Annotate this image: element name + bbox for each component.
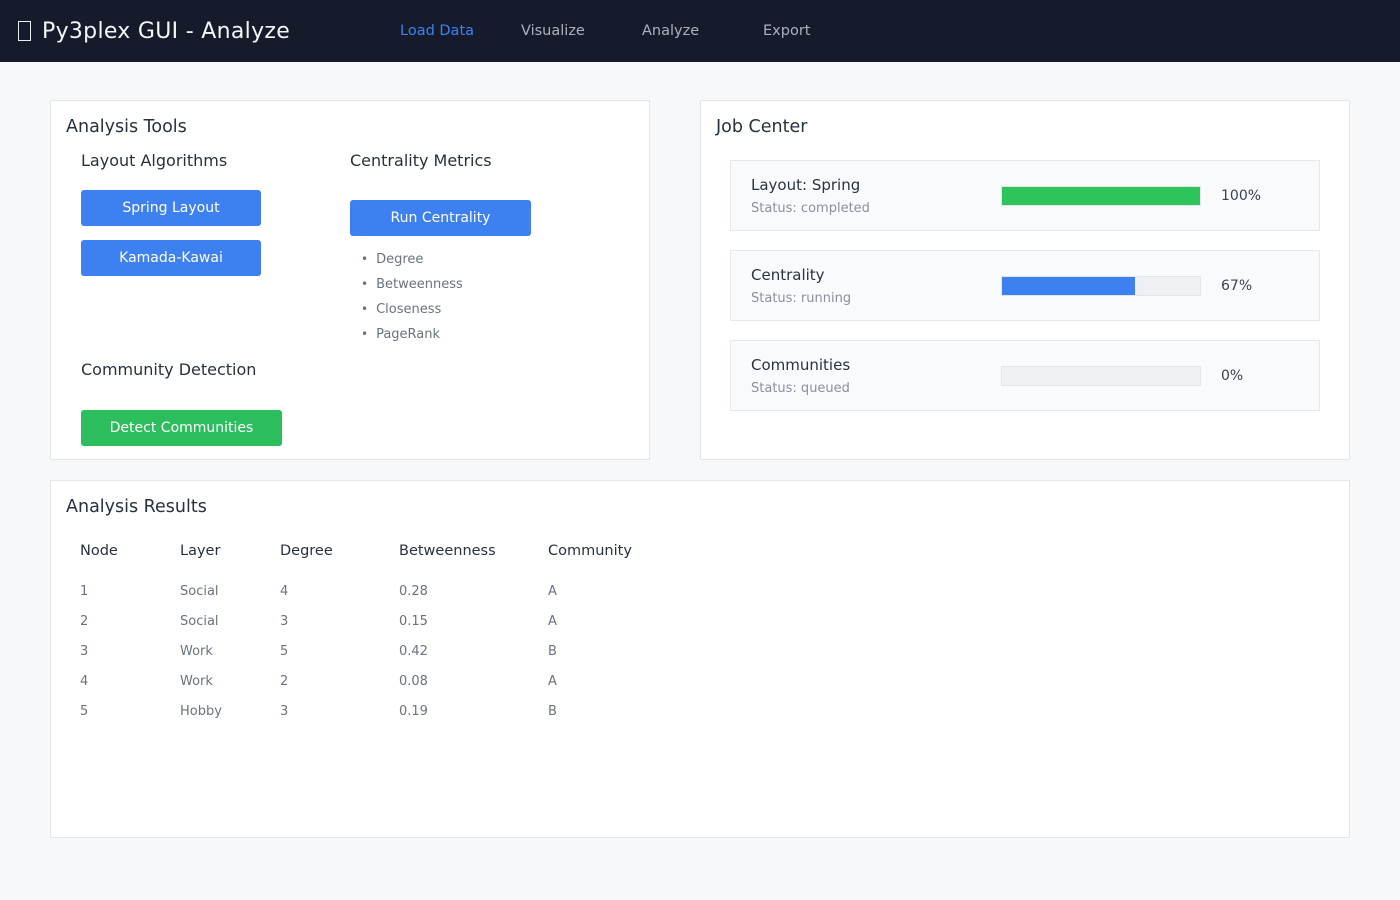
job-info: Communities Status: queued (751, 356, 1001, 396)
detect-communities-button[interactable]: Detect Communities (81, 410, 282, 446)
centrality-metrics-list: • Degree • Betweenness • Closeness • PageRan… (361, 247, 463, 347)
job-info: Layout: Spring Status: completed (751, 176, 1001, 216)
cell-community: A (548, 614, 698, 629)
cell-node: 4 (80, 674, 180, 689)
progress-percent: 67% (1221, 278, 1252, 294)
col-header-community: Community (548, 543, 698, 559)
cell-community: B (548, 644, 698, 659)
job-center-title: Job Center (716, 117, 807, 137)
cell-layer: Work (180, 644, 280, 659)
community-detection-heading: Community Detection (81, 360, 256, 379)
job-status: Status: completed (751, 201, 1001, 216)
main-content: Analysis Tools Layout Algorithms Spring … (0, 62, 1400, 838)
progress-bar-fill (1002, 187, 1200, 205)
table-row: 1 Social 4 0.28 A (80, 576, 1320, 606)
job-name: Communities (751, 356, 1001, 374)
cell-node: 2 (80, 614, 180, 629)
col-header-node: Node (80, 543, 180, 559)
metric-item-pagerank: • PageRank (361, 322, 463, 347)
kamada-kawai-button[interactable]: Kamada-Kawai (81, 240, 261, 276)
brand: Py3plex GUI - Analyze (18, 0, 290, 62)
cell-betweenness: 0.28 (399, 584, 548, 599)
cell-betweenness: 0.08 (399, 674, 548, 689)
job-card-communities: Communities Status: queued 0% (730, 340, 1320, 411)
job-name: Centrality (751, 266, 1001, 284)
cell-layer: Social (180, 584, 280, 599)
spring-layout-button[interactable]: Spring Layout (81, 190, 261, 226)
layout-algorithms-heading: Layout Algorithms (81, 151, 227, 170)
cell-community: A (548, 674, 698, 689)
nav-link-export[interactable]: Export (763, 23, 884, 39)
cell-degree: 2 (280, 674, 399, 689)
cell-degree: 3 (280, 614, 399, 629)
analysis-results-title: Analysis Results (66, 497, 207, 517)
cell-degree: 4 (280, 584, 399, 599)
job-list: Layout: Spring Status: completed 100% Ce… (730, 160, 1320, 430)
table-row: 5 Hobby 3 0.19 B (80, 696, 1320, 726)
bullet-icon: • (361, 327, 368, 341)
job-card-layout-spring: Layout: Spring Status: completed 100% (730, 160, 1320, 231)
job-info: Centrality Status: running (751, 266, 1001, 306)
bullet-icon: • (361, 277, 368, 291)
centrality-metrics-heading: Centrality Metrics (350, 151, 492, 170)
col-header-degree: Degree (280, 543, 399, 559)
job-card-centrality: Centrality Status: running 67% (730, 250, 1320, 321)
cell-degree: 3 (280, 704, 399, 719)
progress-percent: 0% (1221, 368, 1243, 384)
job-status: Status: running (751, 291, 1001, 306)
col-header-layer: Layer (180, 543, 280, 559)
run-centrality-button[interactable]: Run Centrality (350, 200, 531, 236)
job-center-panel: Job Center Layout: Spring Status: comple… (700, 100, 1350, 460)
metric-item-betweenness: • Betweenness (361, 272, 463, 297)
analysis-results-panel: Analysis Results Node Layer Degree Betwe… (50, 480, 1350, 838)
nav-link-visualize[interactable]: Visualize (521, 23, 642, 39)
nav-links: Load Data Visualize Analyze Export (400, 0, 884, 62)
metric-label: Degree (376, 252, 423, 267)
col-header-betweenness: Betweenness (399, 543, 548, 559)
cell-betweenness: 0.15 (399, 614, 548, 629)
app-logo-icon (18, 21, 31, 41)
analysis-tools-title: Analysis Tools (66, 117, 187, 137)
metric-item-degree: • Degree (361, 247, 463, 272)
cell-community: A (548, 584, 698, 599)
cell-node: 1 (80, 584, 180, 599)
job-status: Status: queued (751, 381, 1001, 396)
progress-bar-track (1001, 276, 1201, 296)
cell-layer: Social (180, 614, 280, 629)
cell-node: 3 (80, 644, 180, 659)
cell-node: 5 (80, 704, 180, 719)
results-table: Node Layer Degree Betweenness Community … (80, 538, 1320, 726)
metric-item-closeness: • Closeness (361, 297, 463, 322)
job-name: Layout: Spring (751, 176, 1001, 194)
cell-layer: Hobby (180, 704, 280, 719)
cell-layer: Work (180, 674, 280, 689)
cell-degree: 5 (280, 644, 399, 659)
nav-link-analyze[interactable]: Analyze (642, 23, 763, 39)
progress-bar-track (1001, 366, 1201, 386)
bullet-icon: • (361, 252, 368, 266)
app-title: Py3plex GUI - Analyze (42, 19, 290, 44)
table-row: 4 Work 2 0.08 A (80, 666, 1320, 696)
metric-label: Closeness (376, 302, 441, 317)
cell-betweenness: 0.19 (399, 704, 548, 719)
table-row: 2 Social 3 0.15 A (80, 606, 1320, 636)
table-row: 3 Work 5 0.42 B (80, 636, 1320, 666)
metric-label: Betweenness (376, 277, 463, 292)
cell-betweenness: 0.42 (399, 644, 548, 659)
analysis-tools-panel: Analysis Tools Layout Algorithms Spring … (50, 100, 650, 460)
progress-bar-track (1001, 186, 1201, 206)
cell-community: B (548, 704, 698, 719)
bullet-icon: • (361, 302, 368, 316)
metric-label: PageRank (376, 327, 440, 342)
progress-bar-fill (1002, 277, 1135, 295)
nav-link-load-data[interactable]: Load Data (400, 23, 521, 39)
progress-percent: 100% (1221, 188, 1261, 204)
navbar: Py3plex GUI - Analyze Load Data Visualiz… (0, 0, 1400, 62)
results-table-header: Node Layer Degree Betweenness Community (80, 538, 1320, 564)
